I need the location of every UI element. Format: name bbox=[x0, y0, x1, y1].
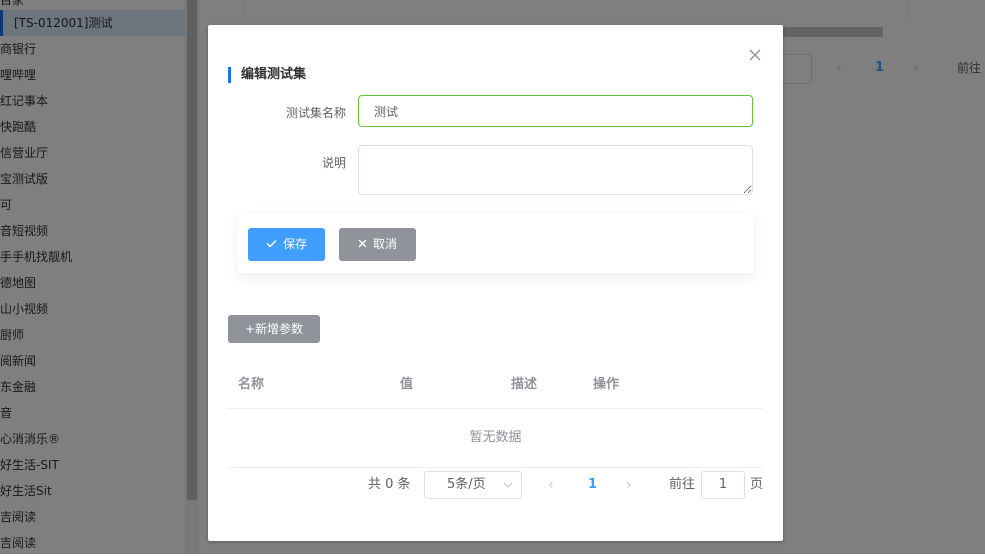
param-table: 名称 值 描述 操作 暂无数据 bbox=[228, 367, 763, 468]
chevron-down-icon bbox=[503, 482, 513, 488]
page-size-value: 5条/页 bbox=[447, 477, 486, 492]
check-icon bbox=[266, 240, 277, 248]
column-header-action: 操作 bbox=[593, 377, 620, 392]
goto-label: 前往 bbox=[669, 477, 696, 492]
dialog-title: 编辑测试集 bbox=[228, 67, 306, 83]
save-label: 保存 bbox=[282, 237, 307, 251]
page-jump-input[interactable] bbox=[701, 471, 745, 499]
save-button[interactable]: 保存 bbox=[248, 228, 325, 261]
description-textarea[interactable] bbox=[358, 145, 753, 195]
next-page-icon[interactable]: › bbox=[626, 471, 632, 499]
page-unit-label: 页 bbox=[750, 477, 764, 492]
cancel-label: 取消 bbox=[372, 237, 397, 251]
edit-test-set-dialog: 编辑测试集 测试集名称 说明 保存 取消 +新增参数 名称 值 描述 操作 暂无… bbox=[208, 25, 783, 541]
add-param-button[interactable]: +新增参数 bbox=[228, 315, 320, 343]
column-header-value: 值 bbox=[400, 377, 414, 392]
close-icon[interactable] bbox=[747, 47, 763, 63]
page-size-select[interactable]: 5条/页 bbox=[424, 471, 522, 499]
pagination-total: 共 0 条 bbox=[368, 477, 411, 492]
column-header-desc: 描述 bbox=[511, 377, 538, 392]
close-icon bbox=[358, 239, 367, 248]
cancel-button[interactable]: 取消 bbox=[339, 228, 416, 261]
column-header-name: 名称 bbox=[238, 377, 265, 392]
table-header: 名称 值 描述 操作 bbox=[228, 367, 763, 409]
empty-text: 暂无数据 bbox=[228, 409, 763, 468]
name-label: 测试集名称 bbox=[285, 106, 346, 120]
current-page[interactable]: 1 bbox=[588, 471, 597, 499]
action-panel: 保存 取消 bbox=[238, 213, 753, 273]
prev-page-icon[interactable]: ‹ bbox=[548, 471, 554, 499]
desc-label: 说明 bbox=[321, 156, 346, 170]
test-set-name-input[interactable] bbox=[358, 95, 753, 127]
